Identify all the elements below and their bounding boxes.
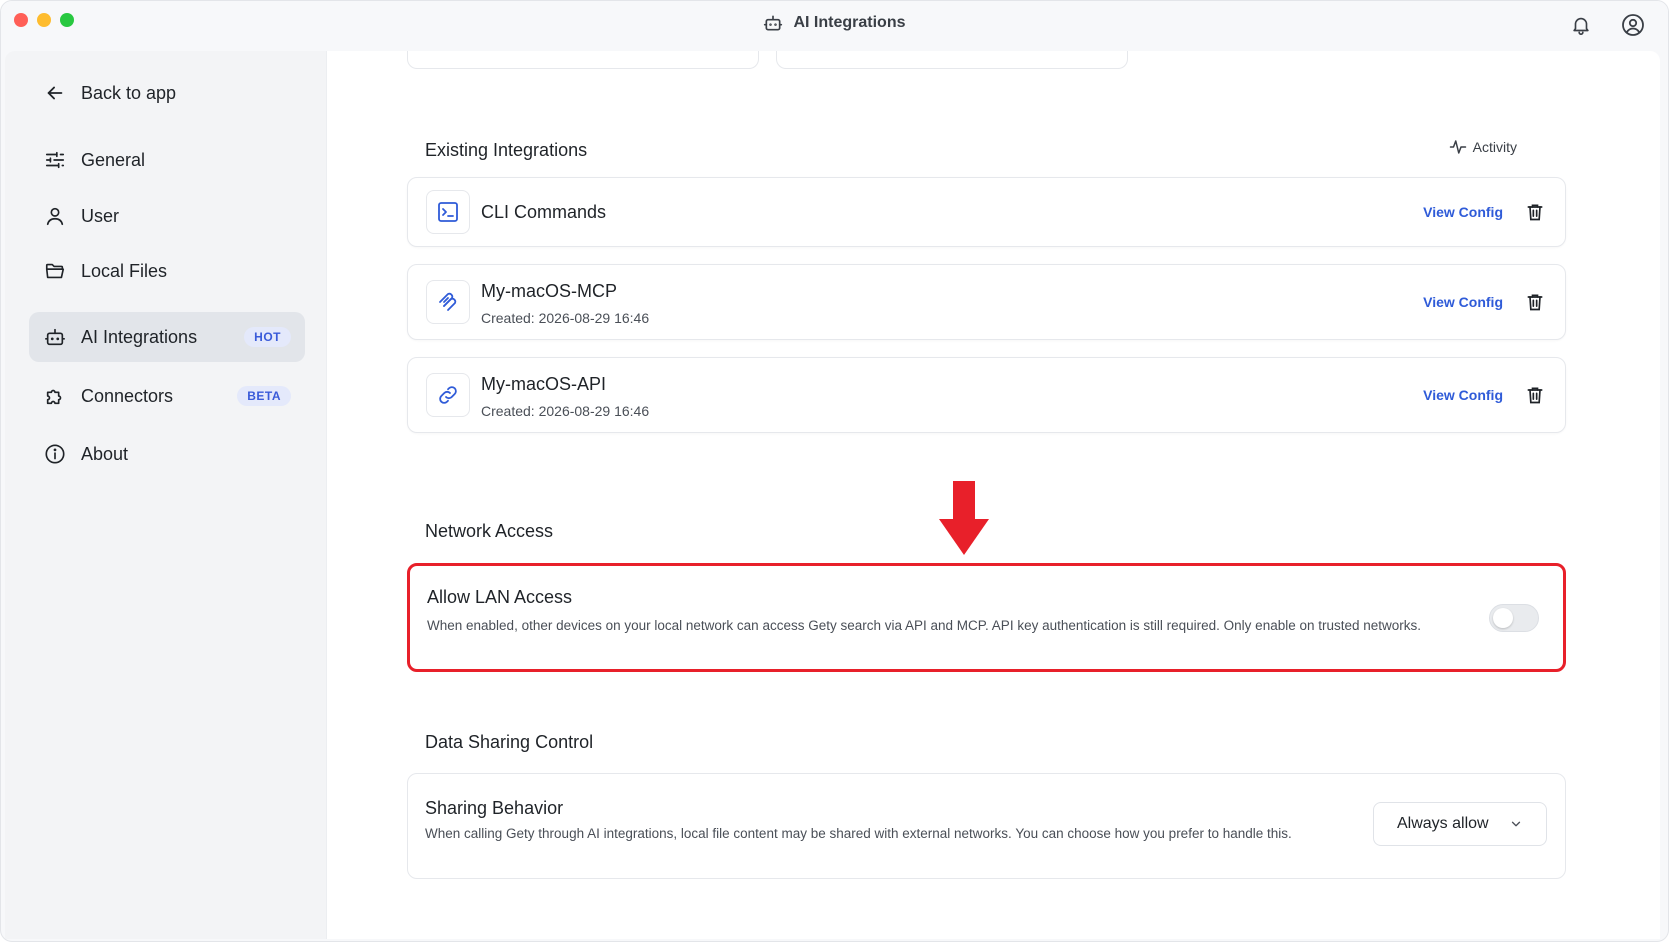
folder-icon <box>43 259 67 283</box>
trash-icon <box>1525 202 1545 222</box>
lan-access-card: Allow LAN Access When enabled, other dev… <box>407 563 1566 672</box>
existing-integrations-title: Existing Integrations <box>425 140 588 160</box>
sharing-behavior-description: When calling Gety through AI integration… <box>425 826 1292 841</box>
card-partial <box>407 51 759 69</box>
sidebar-item-label: AI Integrations <box>81 326 198 347</box>
sidebar-item-back-to-app[interactable]: Back to app <box>29 68 305 118</box>
titlebar-actions <box>1568 12 1646 38</box>
integration-card-mcp: My-macOS-MCP Created: 2026-08-29 16:46 V… <box>407 264 1566 340</box>
sidebar-item-local-files[interactable]: Local Files <box>29 246 305 296</box>
sharing-behavior-select[interactable]: Always allow <box>1373 802 1547 846</box>
terminal-icon <box>426 190 470 234</box>
sliders-icon <box>43 148 67 172</box>
integration-created: Created: 2026-08-29 16:46 <box>481 310 650 326</box>
sharing-behavior-title: Sharing Behavior <box>425 798 564 818</box>
sidebar-item-label: Connectors <box>81 385 174 406</box>
integration-name: CLI Commands <box>481 202 607 222</box>
sidebar: Back to app General User Local Files AI … <box>5 51 326 939</box>
info-icon <box>43 442 67 466</box>
sidebar-item-about[interactable]: About <box>29 429 305 479</box>
robot-icon <box>43 325 67 349</box>
user-icon <box>43 204 67 228</box>
app-window: AI Integrations Back to app General User… <box>0 0 1669 942</box>
notifications-button[interactable] <box>1568 12 1594 38</box>
view-config-button[interactable]: View Config <box>1423 294 1503 310</box>
mcp-icon <box>426 280 470 324</box>
select-value: Always allow <box>1397 815 1489 832</box>
activity-label: Activity <box>1472 139 1517 155</box>
arrow-left-icon <box>43 81 67 105</box>
activity-icon <box>1449 138 1467 156</box>
sidebar-item-label: General <box>81 149 146 170</box>
bell-icon <box>1570 14 1592 36</box>
red-arrow-annotation <box>939 481 989 555</box>
sidebar-item-ai-integrations[interactable]: AI Integrations HOT <box>29 312 305 362</box>
integration-card-api: My-macOS-API Created: 2026-08-29 16:46 V… <box>407 357 1566 433</box>
lan-access-title: Allow LAN Access <box>427 587 573 607</box>
data-sharing-title: Data Sharing Control <box>425 732 594 752</box>
trash-icon <box>1525 292 1545 312</box>
network-access-title: Network Access <box>425 521 554 541</box>
lan-access-description: When enabled, other devices on your loca… <box>427 618 1422 633</box>
account-button[interactable] <box>1620 12 1646 38</box>
chevron-down-icon <box>1509 817 1523 831</box>
sidebar-item-general[interactable]: General <box>29 135 305 185</box>
view-config-button[interactable]: View Config <box>1423 387 1503 403</box>
sidebar-item-label: User <box>81 205 120 226</box>
sidebar-item-label: About <box>81 443 129 464</box>
activity-button[interactable]: Activity <box>1449 138 1517 156</box>
puzzle-icon <box>43 384 67 408</box>
window-title-text: AI Integrations <box>793 14 906 31</box>
beta-badge: BETA <box>237 386 291 406</box>
delete-button[interactable] <box>1525 385 1545 405</box>
view-config-button[interactable]: View Config <box>1423 204 1503 220</box>
main-content: Existing Integrations Activity CLI Comma… <box>326 51 1660 939</box>
sidebar-item-label: Back to app <box>81 82 177 103</box>
sidebar-item-connectors[interactable]: Connectors BETA <box>29 371 305 421</box>
integration-name: My-macOS-MCP <box>481 281 617 301</box>
window-title: AI Integrations <box>1 13 1668 33</box>
integration-name: My-macOS-API <box>481 374 607 394</box>
sidebar-item-user[interactable]: User <box>29 191 305 241</box>
user-circle-icon <box>1621 13 1645 37</box>
toggle-knob <box>1493 608 1513 628</box>
delete-button[interactable] <box>1525 202 1545 222</box>
trash-icon <box>1525 385 1545 405</box>
lan-access-toggle[interactable] <box>1489 604 1539 632</box>
sharing-behavior-card: Sharing Behavior When calling Gety throu… <box>407 773 1566 879</box>
delete-button[interactable] <box>1525 292 1545 312</box>
integration-card-cli: CLI Commands View Config <box>407 177 1566 247</box>
sidebar-item-label: Local Files <box>81 260 168 281</box>
link-icon <box>426 373 470 417</box>
hot-badge: HOT <box>244 327 291 347</box>
card-partial <box>776 51 1128 69</box>
robot-icon <box>763 13 783 33</box>
title-bar: AI Integrations <box>1 1 1668 49</box>
integration-created: Created: 2026-08-29 16:46 <box>481 403 650 419</box>
